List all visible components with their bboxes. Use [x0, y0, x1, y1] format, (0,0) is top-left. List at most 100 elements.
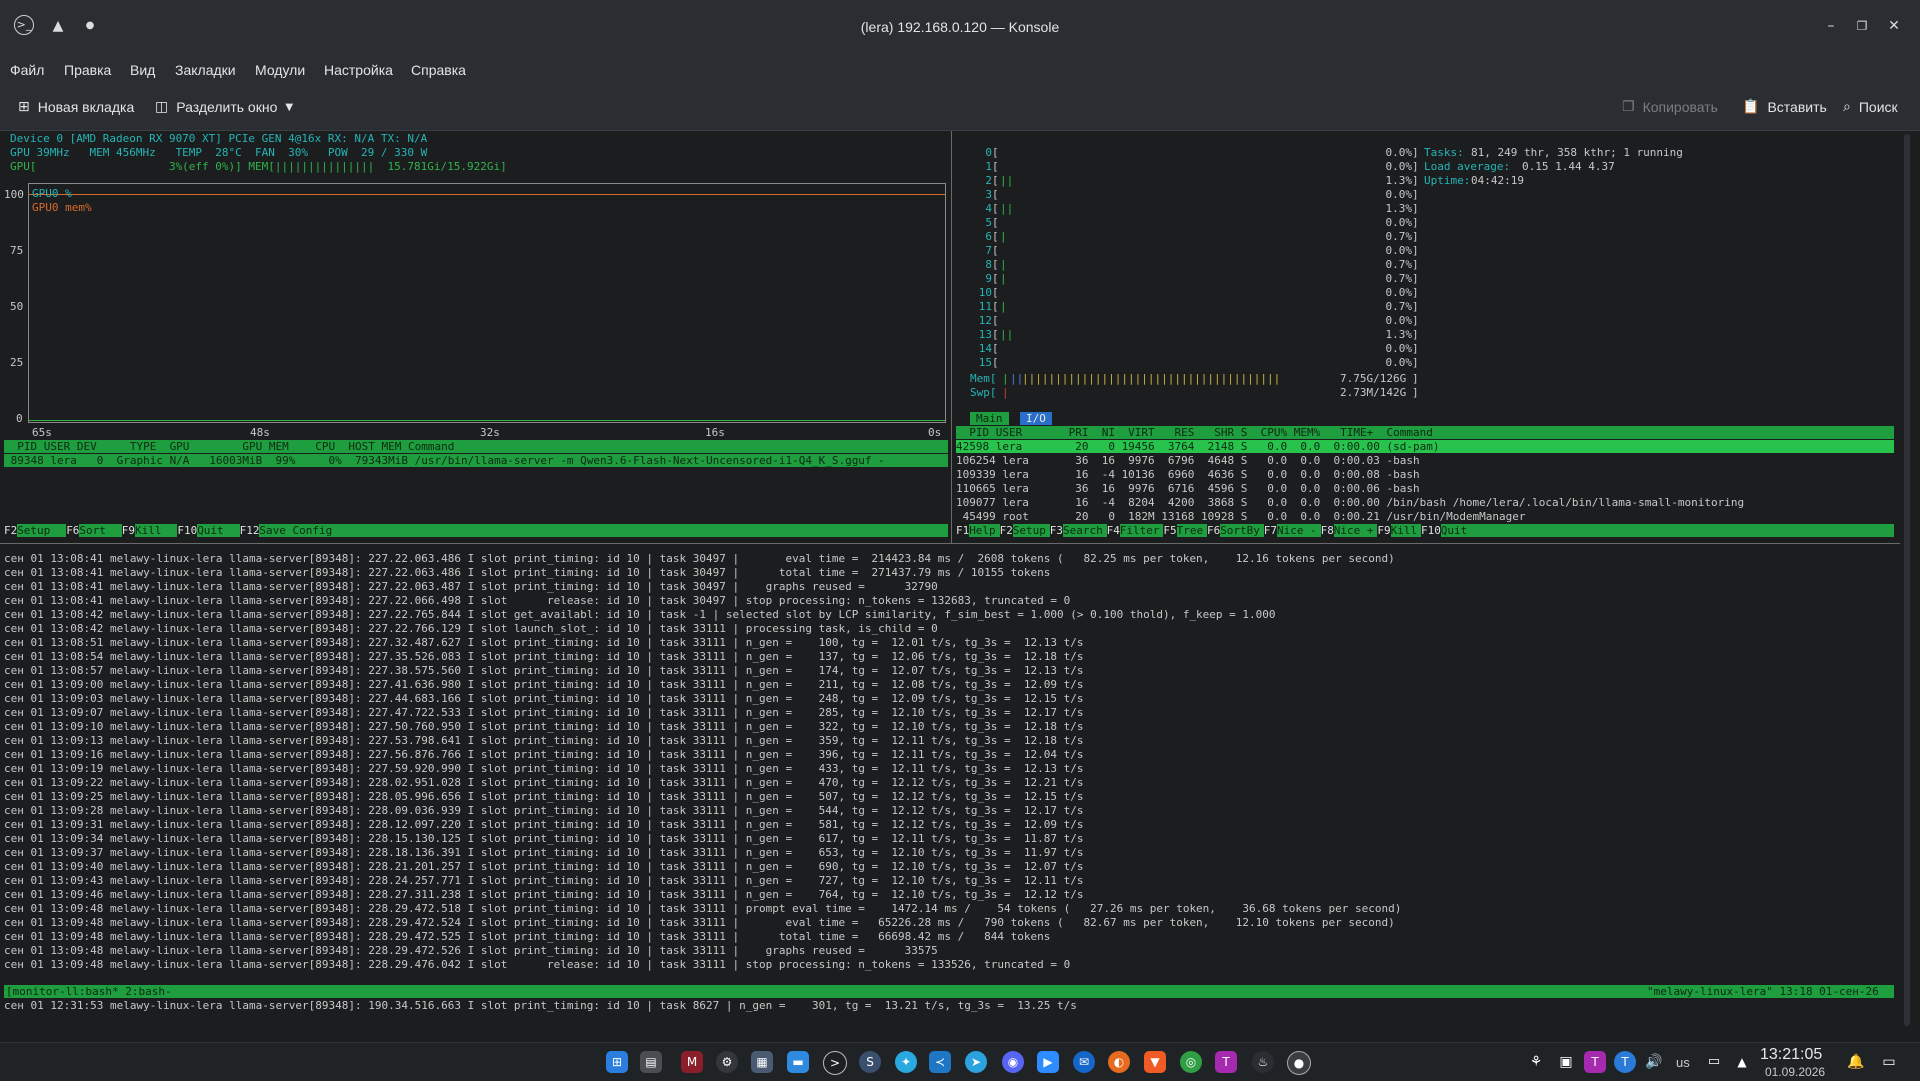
fkey-save-config-label[interactable]: Save Config: [259, 524, 332, 537]
fkey-nice--key[interactable]: F7: [1263, 524, 1278, 537]
fkey-search-label[interactable]: Search: [1063, 524, 1103, 537]
firefox-icon[interactable]: ◐: [1108, 1051, 1130, 1073]
fkey-kill-label[interactable]: Kill: [1391, 524, 1418, 537]
chrome-icon[interactable]: ◎: [1180, 1051, 1202, 1073]
store-icon[interactable]: ▦: [751, 1051, 773, 1073]
fkey-quit-label[interactable]: Quit: [197, 524, 224, 537]
terminal-scrollbar[interactable]: [1904, 134, 1910, 1026]
tmux-windows[interactable]: [monitor-ll:bash* 2:bash-: [6, 985, 172, 998]
konsole-icon[interactable]: >: [823, 1051, 847, 1075]
thunderbird-icon[interactable]: ✉: [1073, 1051, 1095, 1073]
fkey-sortby-key[interactable]: F6: [1207, 524, 1221, 537]
load-value: 0.15 1.44 4.37: [1522, 160, 1615, 173]
overview-icon[interactable]: ▤: [640, 1051, 662, 1073]
fkey-nice--label[interactable]: Nice +: [1334, 524, 1374, 537]
fkey-setup-key[interactable]: F2: [999, 524, 1013, 537]
tab-io[interactable]: I/O: [1020, 412, 1052, 425]
folder-icon[interactable]: ▬: [787, 1051, 809, 1073]
tray-bag-icon[interactable]: ▣: [1555, 1051, 1577, 1073]
obs-icon[interactable]: ●: [1287, 1051, 1311, 1075]
htop-process-row[interactable]: 109339 lera 16 -4 10136 6960 4636 S 0.0 …: [956, 468, 1420, 481]
fkey-help-label[interactable]: Help: [969, 524, 996, 537]
fkey-quit-key[interactable]: F10: [1421, 524, 1441, 537]
y-tick: 75: [10, 244, 24, 257]
menu-settings[interactable]: Настройка: [324, 62, 393, 78]
nvtop-process-row[interactable]: 89348 lera 0 Graphic N/A 16003MiB 99% 0%…: [4, 454, 948, 467]
fkey-kill-key[interactable]: F9: [121, 524, 136, 537]
fkey-kill-key[interactable]: F9: [1377, 524, 1391, 537]
brave-icon[interactable]: ▼: [1144, 1051, 1166, 1073]
menu-file[interactable]: Файл: [10, 62, 44, 78]
nvtop-clock-line: GPU 39MHz MEM 456MHz TEMP 28°C FAN 30% P…: [10, 146, 428, 159]
restore-icon[interactable]: ❐: [1851, 15, 1873, 37]
display-icon[interactable]: ▭: [1703, 1051, 1725, 1073]
start-menu-icon[interactable]: ⊞: [606, 1051, 628, 1073]
zoom-icon[interactable]: ▶: [1037, 1051, 1059, 1073]
keyboard-layout[interactable]: us: [1676, 1055, 1690, 1070]
menu-view[interactable]: Вид: [130, 62, 155, 78]
pane-divider-vertical[interactable]: [951, 131, 952, 543]
fkey-tree-label[interactable]: Tree: [1177, 524, 1204, 537]
fkey-setup-key[interactable]: F2: [4, 524, 18, 537]
fkey-setup-label[interactable]: Setup: [1013, 524, 1046, 537]
split-view-button[interactable]: ◫ Разделить окно ▼: [155, 99, 293, 115]
tray-telegram-icon[interactable]: T: [1614, 1051, 1636, 1073]
close-icon[interactable]: ✕: [1883, 15, 1905, 37]
menu-bookmarks[interactable]: Закладки: [175, 62, 236, 78]
notifications-icon[interactable]: 🔔: [1845, 1051, 1867, 1073]
htop-process-row[interactable]: 109077 lera 16 -4 8204 4200 3868 S 0.0 0…: [956, 496, 1744, 509]
fkey-sortby-label[interactable]: SortBy: [1220, 524, 1260, 537]
fkey-nice--label[interactable]: Nice -: [1277, 524, 1317, 537]
tab-main[interactable]: Main: [970, 412, 1009, 425]
fkey-quit-key[interactable]: F10: [177, 524, 198, 537]
fkey-sort-key[interactable]: F6: [66, 524, 80, 537]
fkey-filter-key[interactable]: F4: [1106, 524, 1120, 537]
steam-icon[interactable]: ♨: [1252, 1051, 1274, 1073]
app-icon[interactable]: T: [1215, 1051, 1237, 1073]
cpu-percent: 1.3%: [1385, 328, 1413, 341]
htop-column-header[interactable]: PID USER PRI NI VIRT RES SHR S CPU% MEM%…: [956, 426, 1433, 439]
menu-plugins[interactable]: Модули: [255, 62, 305, 78]
fkey-tree-key[interactable]: F5: [1163, 524, 1177, 537]
clock-time[interactable]: 13:21:05: [1760, 1046, 1822, 1064]
fkey-filter-label[interactable]: Filter: [1120, 524, 1160, 537]
htop-process-row[interactable]: 110665 lera 36 16 9976 6716 4596 S 0.0 0…: [956, 482, 1420, 495]
telegram-icon[interactable]: ➤: [965, 1051, 987, 1073]
fkey-help-key[interactable]: F1: [956, 524, 970, 537]
menu-edit[interactable]: Правка: [64, 62, 111, 78]
cpu-bracket-close: ]: [1412, 174, 1419, 187]
split-view-label: Разделить окно: [176, 99, 278, 115]
vpn-icon[interactable]: ✦: [895, 1051, 917, 1073]
htop-process-row[interactable]: 45499 root 20 0 182M 13168 10928 S 0.0 0…: [956, 510, 1526, 523]
settings-icon[interactable]: ⚙: [716, 1051, 738, 1073]
show-desktop-icon[interactable]: ▭: [1878, 1051, 1900, 1073]
volume-icon[interactable]: 🔊: [1643, 1051, 1665, 1073]
fkey-sort-label[interactable]: Sort: [79, 524, 106, 537]
fkey-quit-label[interactable]: Quit: [1441, 524, 1468, 537]
x-tick: 65s: [32, 426, 52, 439]
pane-divider-horizontal[interactable]: [0, 543, 1900, 544]
tray-app-icon[interactable]: T: [1584, 1051, 1606, 1073]
minimize-icon[interactable]: –: [1820, 15, 1842, 37]
tray-network-icon[interactable]: ⚘: [1525, 1051, 1547, 1073]
steam-icon[interactable]: S: [859, 1051, 881, 1073]
app-icon[interactable]: M: [681, 1051, 703, 1073]
fkey-setup-label[interactable]: Setup: [17, 524, 50, 537]
vscode-icon[interactable]: ≺: [929, 1051, 951, 1073]
log-line: сен 01 13:09:13 melawy-linux-lera llama-…: [4, 734, 1084, 747]
search-button[interactable]: ⌕ Поиск: [1843, 99, 1898, 115]
new-tab-button[interactable]: ⊞ Новая вкладка: [18, 99, 134, 115]
discord-icon[interactable]: ◉: [1002, 1051, 1024, 1073]
htop-process-row[interactable]: 42598 lera 20 0 19456 3764 2148 S 0.0 0.…: [956, 440, 1439, 453]
fkey-search-key[interactable]: F3: [1049, 524, 1064, 537]
cpu-bracket-open: [: [992, 356, 999, 369]
htop-process-row[interactable]: 106254 lera 36 16 9976 6796 4648 S 0.0 0…: [956, 454, 1420, 467]
menu-help[interactable]: Справка: [411, 62, 466, 78]
tray-expand-icon[interactable]: ▲: [1731, 1051, 1753, 1073]
fkey-nice--key[interactable]: F8: [1320, 524, 1334, 537]
copy-button[interactable]: ❐ Копировать: [1622, 99, 1718, 115]
cpu-bracket-close: ]: [1412, 356, 1419, 369]
fkey-save-config-key[interactable]: F12: [239, 524, 260, 537]
paste-button[interactable]: 📋 Вставить: [1742, 99, 1827, 115]
fkey-kill-label[interactable]: Kill: [135, 524, 162, 537]
